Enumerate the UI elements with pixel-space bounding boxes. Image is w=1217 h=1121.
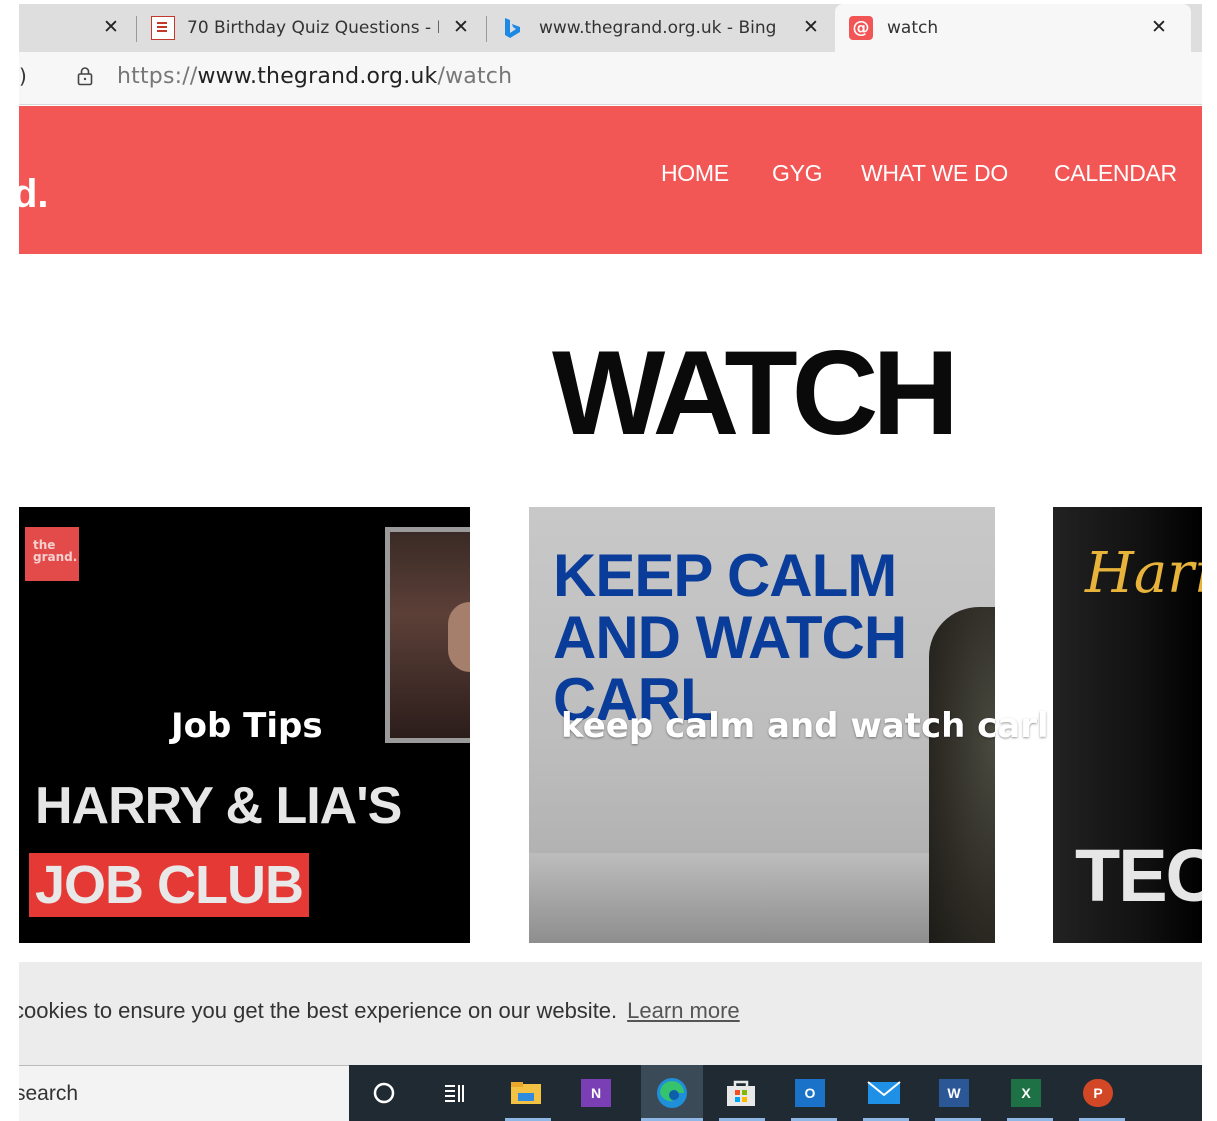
outlook-icon[interactable]: O [795,1079,825,1107]
tab-separator [136,16,137,42]
word-icon[interactable]: W [939,1079,969,1107]
address-bar: ) https://www.thegrand.org.uk/watch [19,52,1202,105]
edge-icon[interactable] [641,1065,703,1121]
grand-logo-badge: the grand. [25,527,79,581]
at-sign-icon: @ [849,16,873,40]
card-headline: TEC [1075,834,1202,917]
presenter-face [448,602,470,672]
onenote-icon[interactable]: N [581,1079,611,1107]
nav-what-we-do[interactable]: WHAT WE DO [861,160,1008,187]
url-scheme: https:// [117,64,198,89]
card-headline: KEEP CALM AND WATCH CARL [553,542,907,733]
search-placeholder: search [19,1082,79,1105]
card-caption[interactable]: Job Tips [171,706,323,746]
cookie-message: cookies to ensure you get the best exper… [19,998,618,1023]
tab-label: watch [887,18,939,38]
excel-icon[interactable]: X [1011,1079,1041,1107]
url-host: www.thegrand.org.uk [197,64,438,89]
card-headline: HARRY & LIA'S [35,777,402,835]
nav-gyg[interactable]: GYG [772,160,823,187]
tab-separator [486,16,487,42]
tab-strip: ✕ 70 Birthday Quiz Questions - Fan ✕ www… [19,4,1202,52]
card-script-title: Harr [1085,541,1202,606]
tab-bing[interactable]: www.thegrand.org.uk - Bing ✕ [503,4,823,52]
bing-icon [503,17,521,39]
cookie-text: cookies to ensure you get the best exper… [19,998,740,1024]
close-icon[interactable]: ✕ [1151,16,1167,38]
powerpoint-icon[interactable]: P [1083,1079,1113,1107]
cookie-banner: cookies to ensure you get the best exper… [19,962,1202,1065]
card-caption[interactable]: keep calm and watch carl [561,706,1049,746]
learn-more-link[interactable]: Learn more [627,998,740,1023]
close-icon[interactable]: ✕ [803,16,819,38]
taskbar-search[interactable]: search [19,1065,349,1121]
close-icon[interactable]: ✕ [453,16,469,38]
nav-calendar[interactable]: CALENDAR [1054,160,1177,187]
nav-home[interactable]: HOME [661,160,729,187]
tab-quiz[interactable]: 70 Birthday Quiz Questions - Fan ✕ [151,4,471,52]
person-silhouette [929,607,995,943]
back-button-partial[interactable]: ) [19,64,27,88]
site-logo[interactable]: d. [19,172,49,217]
video-card-harry[interactable]: Harr TEC [1053,507,1202,943]
store-icon[interactable] [724,1077,758,1109]
browser-window: ✕ 70 Birthday Quiz Questions - Fan ✕ www… [19,0,1202,1121]
windows-taskbar: search N O W X P [19,1065,1202,1121]
floor-background [529,853,995,943]
mail-icon[interactable] [867,1077,901,1109]
tab-label: 70 Birthday Quiz Questions - Fan [187,18,439,38]
lock-icon[interactable] [77,66,93,86]
task-view-icon[interactable] [437,1077,471,1109]
site-header: d. HOME GYG WHAT WE DO CALENDAR [19,106,1202,254]
quiz-icon [151,16,175,40]
cortana-icon[interactable] [367,1077,401,1109]
url-path: /watch [437,64,513,89]
card-highlight: JOB CLUB [29,853,310,917]
tab-label: www.thegrand.org.uk - Bing [539,18,777,38]
page-title: WATCH [552,326,959,460]
presenter-photo [385,527,470,743]
close-icon[interactable]: ✕ [103,16,119,38]
file-explorer-icon[interactable] [509,1077,543,1109]
url-field[interactable]: https://www.thegrand.org.uk/watch [117,64,512,89]
tab-watch[interactable]: @ watch ✕ [835,4,1191,52]
